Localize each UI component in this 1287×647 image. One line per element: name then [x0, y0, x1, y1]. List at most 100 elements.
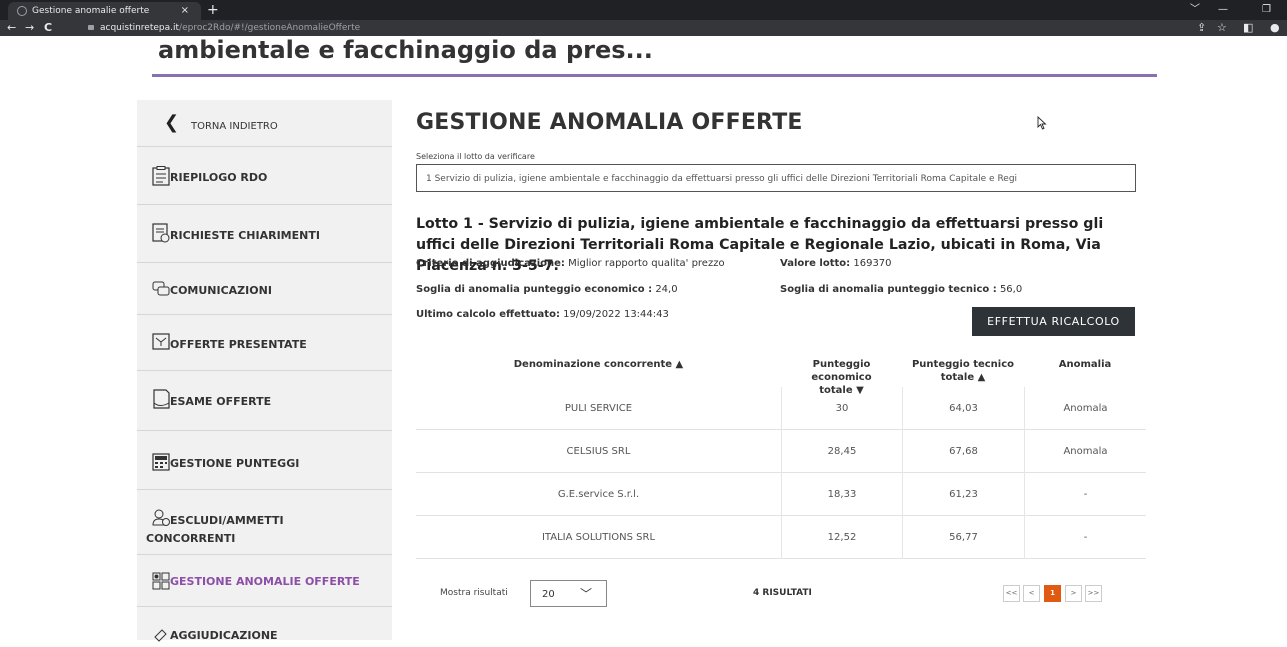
- soglia-tecnico-info: Soglia di anomalia punteggio tecnico : 5…: [780, 284, 1022, 295]
- forward-arrow-icon[interactable]: →: [25, 20, 34, 36]
- soglia-eco-value: 24,0: [655, 284, 678, 295]
- page-size-label: Mostra risultati: [440, 588, 508, 598]
- soglia-eco-label: Soglia di anomalia punteggio economico :: [416, 284, 653, 295]
- valore-info: Valore lotto: 169370: [780, 258, 892, 269]
- cell-anomaly: -: [1024, 516, 1146, 559]
- chevron-left-icon: ❮: [164, 112, 180, 133]
- back-label: TORNA INDIETRO: [191, 121, 278, 132]
- sidebar-item-gestione-punteggi[interactable]: GESTIONE PUNTEGGI: [137, 431, 392, 490]
- header-denominazione[interactable]: Denominazione concorrente ▲: [416, 358, 781, 371]
- cell-name: ITALIA SOLUTIONS SRL: [541, 532, 656, 543]
- back-arrow-icon[interactable]: ←: [7, 20, 16, 36]
- valore-value: 169370: [853, 258, 892, 269]
- sidebar-item-esame-offerte[interactable]: ESAME OFFERTE: [137, 371, 392, 431]
- tab-title: Gestione anomalie offerte: [32, 6, 150, 16]
- cell-eco: 28,45: [781, 430, 902, 473]
- document-question-icon: [152, 223, 170, 243]
- rdo-title: ambientale e facchinaggio da pres...: [158, 36, 653, 64]
- restore-icon[interactable]: ❐: [1262, 0, 1271, 20]
- ultimo-calcolo-info: Ultimo calcolo effettuato: 19/09/2022 13…: [416, 309, 669, 320]
- sidebar-item-richieste-chiarimenti[interactable]: RICHIESTE CHIARIMENTI: [137, 205, 392, 263]
- valore-label: Valore lotto:: [780, 258, 851, 269]
- current-page-button[interactable]: 1: [1044, 585, 1061, 602]
- criterio-info: Criterio di aggiudicazione: Miglior rapp…: [416, 258, 725, 269]
- header-eco-line1: Punteggio economico: [811, 359, 872, 383]
- header-punteggio-tecnico[interactable]: Punteggio tecnico totale ▲: [902, 358, 1024, 384]
- sidebar-item-gestione-anomalie-offerte[interactable]: GESTIONE ANOMALIE OFFERTE: [137, 555, 392, 607]
- cell-name: PULI SERVICE: [564, 403, 633, 414]
- chat-icon: [152, 281, 170, 296]
- header-tec-line2: totale ▲: [940, 372, 986, 383]
- sidebar-item-offerte-presentate[interactable]: OFFERTE PRESENTATE: [137, 315, 392, 371]
- lot-select[interactable]: 1 Servizio di pulizia, igiene ambientale…: [416, 164, 1136, 192]
- cell-tec: 61,23: [902, 473, 1024, 516]
- chevron-down-icon[interactable]: ﹀: [1190, 0, 1200, 20]
- sidebar-item-label: ESAME OFFERTE: [170, 395, 272, 408]
- sidebar-item-escludi-ammetti[interactable]: ESCLUDI/AMMETTI CONCORRENTI: [137, 490, 392, 555]
- minimize-icon[interactable]: —: [1218, 0, 1228, 20]
- cell-anomaly: Anomala: [1024, 387, 1146, 430]
- lot-select-label: Seleziona il lotto da verificare: [416, 152, 535, 161]
- first-page-button[interactable]: <<: [1003, 585, 1020, 602]
- cell-eco: 18,33: [781, 473, 902, 516]
- cell-name: G.E.service S.r.l.: [557, 489, 640, 500]
- header-anomalia: Anomalia: [1058, 359, 1112, 370]
- lock-icon: [88, 25, 94, 30]
- sidebar-item-label: RICHIESTE CHIARIMENTI: [170, 229, 320, 242]
- header-divider: [152, 74, 1157, 77]
- globe-icon: [17, 6, 27, 16]
- document-icon: [152, 166, 170, 186]
- ultimo-label: Ultimo calcolo effettuato:: [416, 309, 560, 320]
- sidebar-item-label: GESTIONE ANOMALIE OFFERTE: [170, 575, 360, 588]
- anomaly-grid-icon: [152, 572, 170, 590]
- share-icon[interactable]: ⇪: [1197, 20, 1206, 36]
- sidebar-item-label: AGGIUDICAZIONE: [170, 629, 278, 642]
- cell-eco: 30: [781, 387, 902, 430]
- cell-tec: 64,03: [902, 387, 1024, 430]
- ultimo-value: 19/09/2022 13:44:43: [563, 309, 669, 320]
- calculator-icon: [152, 453, 170, 471]
- recalculate-button[interactable]: EFFETTUA RICALCOLO: [972, 307, 1135, 336]
- soglia-tec-value: 56,0: [999, 284, 1023, 295]
- criterio-label: Criterio di aggiudicazione:: [416, 258, 565, 269]
- sidebar-item-label: RIEPILOGO RDO: [170, 171, 268, 184]
- sidebar-item-comunicazioni[interactable]: COMUNICAZIONI: [137, 263, 392, 315]
- new-tab-button[interactable]: +: [207, 0, 219, 20]
- sidebar-item-label: COMUNICAZIONI: [170, 284, 272, 297]
- cell-eco: 12,52: [781, 516, 902, 559]
- sidebar-item-label: OFFERTE PRESENTATE: [170, 338, 307, 351]
- soglia-economico-info: Soglia di anomalia punteggio economico :…: [416, 284, 678, 295]
- cell-anomaly: Anomala: [1024, 430, 1146, 473]
- browser-tab[interactable]: Gestione anomalie offerte ×: [8, 2, 201, 20]
- sidebar-item-label: GESTIONE PUNTEGGI: [170, 457, 300, 470]
- sidebar-item-riepilogo-rdo[interactable]: RIEPILOGO RDO: [137, 147, 392, 205]
- gavel-icon: [154, 629, 167, 642]
- table-row: PULI SERVICE 30 64,03 Anomala: [416, 387, 1146, 430]
- table-row: CELSIUS SRL 28,45 67,68 Anomala: [416, 430, 1146, 473]
- header-tec-line1: Punteggio tecnico: [911, 359, 1015, 370]
- side-panel-icon[interactable]: ◧: [1243, 20, 1253, 36]
- results-count: 4 RISULTATI: [753, 588, 812, 598]
- prev-page-button[interactable]: <: [1023, 585, 1040, 602]
- reload-icon[interactable]: C: [44, 20, 52, 36]
- sidebar-item-aggiudicazione[interactable]: AGGIUDICAZIONE: [137, 607, 392, 647]
- page-size-select[interactable]: 20 ﹀: [530, 580, 607, 607]
- profile-icon[interactable]: ●: [1270, 20, 1280, 36]
- users-icon: [152, 509, 170, 526]
- mouse-pointer-icon: [1037, 116, 1047, 130]
- star-icon[interactable]: ☆: [1217, 20, 1227, 36]
- page-title: GESTIONE ANOMALIA OFFERTE: [416, 110, 803, 135]
- offer-box-icon: [152, 333, 170, 350]
- next-page-button[interactable]: >: [1065, 585, 1082, 602]
- cell-anomaly: -: [1024, 473, 1146, 516]
- table-row: G.E.service S.r.l. 18,33 61,23 -: [416, 473, 1146, 516]
- back-link[interactable]: ❮ TORNA INDIETRO: [137, 100, 392, 147]
- sidebar-item-label: ESCLUDI/AMMETTI: [170, 514, 284, 527]
- browser-tab-bar: Gestione anomalie offerte × + ﹀ — ❐: [0, 0, 1287, 20]
- cell-tec: 67,68: [902, 430, 1024, 473]
- page-size-value: 20: [542, 589, 555, 600]
- close-tab-icon[interactable]: ×: [181, 2, 189, 20]
- review-document-icon: [153, 389, 170, 409]
- last-page-button[interactable]: >>: [1085, 585, 1102, 602]
- sidebar: ❮ TORNA INDIETRO RIEPILOGO RDO RICHIESTE…: [137, 100, 392, 642]
